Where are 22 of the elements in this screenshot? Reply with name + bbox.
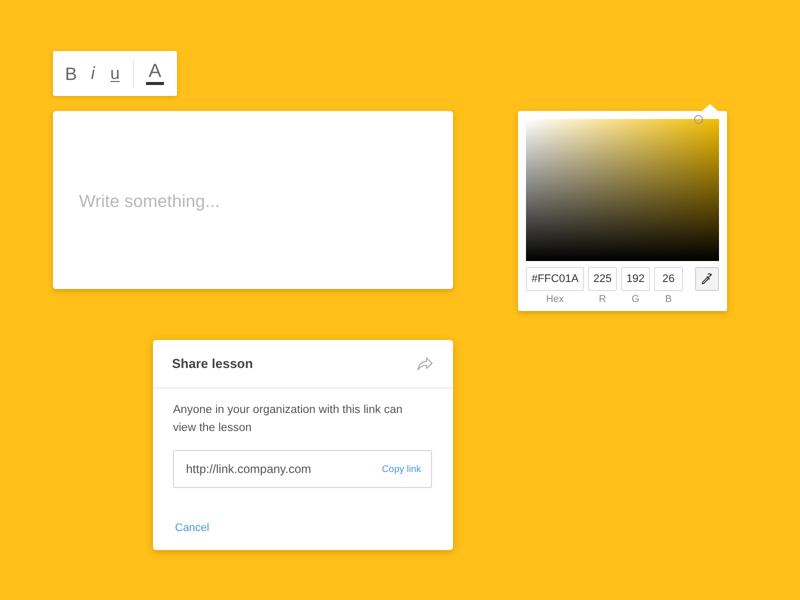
- underline-button[interactable]: u: [104, 58, 126, 88]
- italic-button[interactable]: i: [82, 58, 104, 88]
- text-color-button[interactable]: A: [144, 58, 166, 88]
- eyedropper-icon: [701, 273, 713, 285]
- field-label: R: [598, 294, 606, 306]
- field-label: G: [632, 294, 640, 306]
- bold-button[interactable]: B: [60, 58, 82, 88]
- color-swatch-icon: [146, 82, 164, 85]
- channel-input[interactable]: 26: [654, 267, 683, 291]
- gradient-handle[interactable]: [694, 115, 703, 124]
- editor-field[interactable]: Write something...: [53, 111, 453, 289]
- copy-link-button[interactable]: Copy link: [382, 464, 421, 474]
- field-label: B: [665, 294, 672, 306]
- channel-input[interactable]: 225: [588, 267, 617, 291]
- dialog-description: Anyone in your organization with this link can view the lesson: [173, 403, 404, 436]
- hex-input[interactable]: #FFC01A: [526, 267, 584, 291]
- field-label: Hex: [546, 294, 564, 306]
- channel-input[interactable]: 192: [621, 267, 650, 291]
- eyedropper-button[interactable]: [695, 267, 719, 291]
- link-field[interactable]: http://link.company.com Copy link: [173, 450, 432, 488]
- cancel-link[interactable]: Cancel: [173, 520, 210, 536]
- dialog-title: Share lesson: [172, 356, 253, 371]
